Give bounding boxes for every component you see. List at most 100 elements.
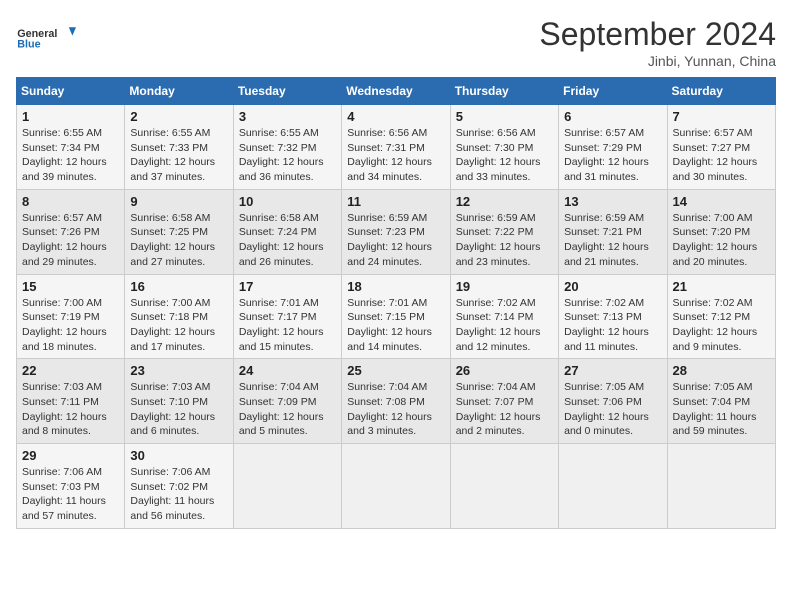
- day-info: Sunrise: 6:57 AM Sunset: 7:29 PM Dayligh…: [564, 126, 661, 185]
- calendar-cell: 20 Sunrise: 7:02 AM Sunset: 7:13 PM Dayli…: [559, 274, 667, 359]
- calendar-cell: [342, 444, 450, 529]
- day-number: 5: [456, 109, 553, 124]
- day-info: Sunrise: 6:57 AM Sunset: 7:26 PM Dayligh…: [22, 211, 119, 270]
- title-block: September 2024 Jinbi, Yunnan, China: [539, 16, 776, 69]
- day-number: 17: [239, 279, 336, 294]
- day-info: Sunrise: 6:58 AM Sunset: 7:25 PM Dayligh…: [130, 211, 227, 270]
- calendar-cell: 10 Sunrise: 6:58 AM Sunset: 7:24 PM Dayli…: [233, 189, 341, 274]
- calendar-cell: 4 Sunrise: 6:56 AM Sunset: 7:31 PM Daylig…: [342, 105, 450, 190]
- day-number: 11: [347, 194, 444, 209]
- weekday-header-monday: Monday: [125, 78, 233, 105]
- day-info: Sunrise: 7:02 AM Sunset: 7:13 PM Dayligh…: [564, 296, 661, 355]
- calendar-cell: 30 Sunrise: 7:06 AM Sunset: 7:02 PM Dayli…: [125, 444, 233, 529]
- calendar-cell: [233, 444, 341, 529]
- calendar-cell: 14Sunrise: 7:00 AM Sunset: 7:20 PM Dayli…: [667, 189, 775, 274]
- day-info: Sunrise: 6:55 AM Sunset: 7:32 PM Dayligh…: [239, 126, 336, 185]
- day-number: 20: [564, 279, 661, 294]
- day-number: 28: [673, 363, 770, 378]
- calendar-cell: 19 Sunrise: 7:02 AM Sunset: 7:14 PM Dayli…: [450, 274, 558, 359]
- calendar-cell: 27Sunrise: 7:05 AM Sunset: 7:06 PM Dayli…: [559, 359, 667, 444]
- day-number: 19: [456, 279, 553, 294]
- day-number: 24: [239, 363, 336, 378]
- calendar-cell: 17 Sunrise: 7:01 AM Sunset: 7:17 PM Dayli…: [233, 274, 341, 359]
- day-number: 29: [22, 448, 119, 463]
- weekday-header-wednesday: Wednesday: [342, 78, 450, 105]
- calendar-table: SundayMondayTuesdayWednesdayThursdayFrid…: [16, 77, 776, 529]
- calendar-cell: 15 Sunrise: 7:00 AM Sunset: 7:19 PM Dayli…: [17, 274, 125, 359]
- logo: General Blue: [16, 16, 76, 60]
- calendar-cell: 1 Sunrise: 6:55 AM Sunset: 7:34 PM Daylig…: [17, 105, 125, 190]
- calendar-cell: 13 Sunrise: 6:59 AM Sunset: 7:21 PM Dayli…: [559, 189, 667, 274]
- calendar-cell: 16Sunrise: 7:00 AM Sunset: 7:18 PM Dayli…: [125, 274, 233, 359]
- calendar-cell: 24 Sunrise: 7:04 AM Sunset: 7:09 PM Dayli…: [233, 359, 341, 444]
- weekday-header-thursday: Thursday: [450, 78, 558, 105]
- day-info: Sunrise: 6:58 AM Sunset: 7:24 PM Dayligh…: [239, 211, 336, 270]
- weekday-header-sunday: Sunday: [17, 78, 125, 105]
- calendar-cell: 9 Sunrise: 6:58 AM Sunset: 7:25 PM Daylig…: [125, 189, 233, 274]
- svg-text:General: General: [17, 28, 57, 40]
- logo-svg: General Blue: [16, 16, 76, 60]
- day-info: Sunrise: 7:03 AM Sunset: 7:11 PM Dayligh…: [22, 380, 119, 439]
- day-number: 26: [456, 363, 553, 378]
- day-number: 14: [673, 194, 770, 209]
- calendar-cell: 5 Sunrise: 6:56 AM Sunset: 7:30 PM Daylig…: [450, 105, 558, 190]
- day-info: Sunrise: 7:00 AM Sunset: 7:18 PM Dayligh…: [130, 296, 227, 355]
- calendar-cell: 12 Sunrise: 6:59 AM Sunset: 7:22 PM Dayli…: [450, 189, 558, 274]
- day-info: Sunrise: 7:03 AM Sunset: 7:10 PM Dayligh…: [130, 380, 227, 439]
- day-number: 23: [130, 363, 227, 378]
- day-info: Sunrise: 7:02 AM Sunset: 7:14 PM Dayligh…: [456, 296, 553, 355]
- calendar-cell: 11Sunrise: 6:59 AM Sunset: 7:23 PM Dayli…: [342, 189, 450, 274]
- calendar-cell: 6Sunrise: 6:57 AM Sunset: 7:29 PM Daylig…: [559, 105, 667, 190]
- day-number: 25: [347, 363, 444, 378]
- day-info: Sunrise: 6:59 AM Sunset: 7:21 PM Dayligh…: [564, 211, 661, 270]
- day-number: 10: [239, 194, 336, 209]
- day-number: 30: [130, 448, 227, 463]
- day-info: Sunrise: 7:02 AM Sunset: 7:12 PM Dayligh…: [673, 296, 770, 355]
- day-info: Sunrise: 7:01 AM Sunset: 7:15 PM Dayligh…: [347, 296, 444, 355]
- day-info: Sunrise: 7:06 AM Sunset: 7:02 PM Dayligh…: [130, 465, 227, 524]
- day-info: Sunrise: 6:55 AM Sunset: 7:34 PM Dayligh…: [22, 126, 119, 185]
- day-info: Sunrise: 6:56 AM Sunset: 7:30 PM Dayligh…: [456, 126, 553, 185]
- weekday-header-tuesday: Tuesday: [233, 78, 341, 105]
- day-number: 15: [22, 279, 119, 294]
- day-info: Sunrise: 6:57 AM Sunset: 7:27 PM Dayligh…: [673, 126, 770, 185]
- weekday-header-friday: Friday: [559, 78, 667, 105]
- calendar-cell: [450, 444, 558, 529]
- day-info: Sunrise: 7:06 AM Sunset: 7:03 PM Dayligh…: [22, 465, 119, 524]
- day-info: Sunrise: 6:55 AM Sunset: 7:33 PM Dayligh…: [130, 126, 227, 185]
- day-number: 1: [22, 109, 119, 124]
- day-info: Sunrise: 7:05 AM Sunset: 7:04 PM Dayligh…: [673, 380, 770, 439]
- day-info: Sunrise: 6:59 AM Sunset: 7:22 PM Dayligh…: [456, 211, 553, 270]
- day-number: 12: [456, 194, 553, 209]
- day-number: 9: [130, 194, 227, 209]
- calendar-cell: 22Sunrise: 7:03 AM Sunset: 7:11 PM Dayli…: [17, 359, 125, 444]
- calendar-cell: 2 Sunrise: 6:55 AM Sunset: 7:33 PM Daylig…: [125, 105, 233, 190]
- calendar-cell: 8 Sunrise: 6:57 AM Sunset: 7:26 PM Daylig…: [17, 189, 125, 274]
- day-number: 18: [347, 279, 444, 294]
- calendar-week-row: 8 Sunrise: 6:57 AM Sunset: 7:26 PM Daylig…: [17, 189, 776, 274]
- day-info: Sunrise: 7:00 AM Sunset: 7:19 PM Dayligh…: [22, 296, 119, 355]
- day-number: 7: [673, 109, 770, 124]
- day-info: Sunrise: 7:04 AM Sunset: 7:09 PM Dayligh…: [239, 380, 336, 439]
- calendar-cell: 25Sunrise: 7:04 AM Sunset: 7:08 PM Dayli…: [342, 359, 450, 444]
- calendar-cell: 7 Sunrise: 6:57 AM Sunset: 7:27 PM Daylig…: [667, 105, 775, 190]
- day-number: 21: [673, 279, 770, 294]
- svg-text:Blue: Blue: [17, 39, 40, 51]
- day-number: 13: [564, 194, 661, 209]
- calendar-cell: 21 Sunrise: 7:02 AM Sunset: 7:12 PM Dayli…: [667, 274, 775, 359]
- day-number: 3: [239, 109, 336, 124]
- calendar-week-row: 1 Sunrise: 6:55 AM Sunset: 7:34 PM Daylig…: [17, 105, 776, 190]
- day-info: Sunrise: 6:56 AM Sunset: 7:31 PM Dayligh…: [347, 126, 444, 185]
- calendar-cell: 26Sunrise: 7:04 AM Sunset: 7:07 PM Dayli…: [450, 359, 558, 444]
- day-number: 2: [130, 109, 227, 124]
- day-number: 8: [22, 194, 119, 209]
- calendar-cell: [667, 444, 775, 529]
- calendar-cell: [559, 444, 667, 529]
- calendar-week-row: 22Sunrise: 7:03 AM Sunset: 7:11 PM Dayli…: [17, 359, 776, 444]
- calendar-cell: 29 Sunrise: 7:06 AM Sunset: 7:03 PM Dayli…: [17, 444, 125, 529]
- day-info: Sunrise: 7:01 AM Sunset: 7:17 PM Dayligh…: [239, 296, 336, 355]
- day-number: 4: [347, 109, 444, 124]
- weekday-header-saturday: Saturday: [667, 78, 775, 105]
- calendar-cell: 3 Sunrise: 6:55 AM Sunset: 7:32 PM Daylig…: [233, 105, 341, 190]
- page-header: General Blue September 2024 Jinbi, Yunna…: [16, 16, 776, 69]
